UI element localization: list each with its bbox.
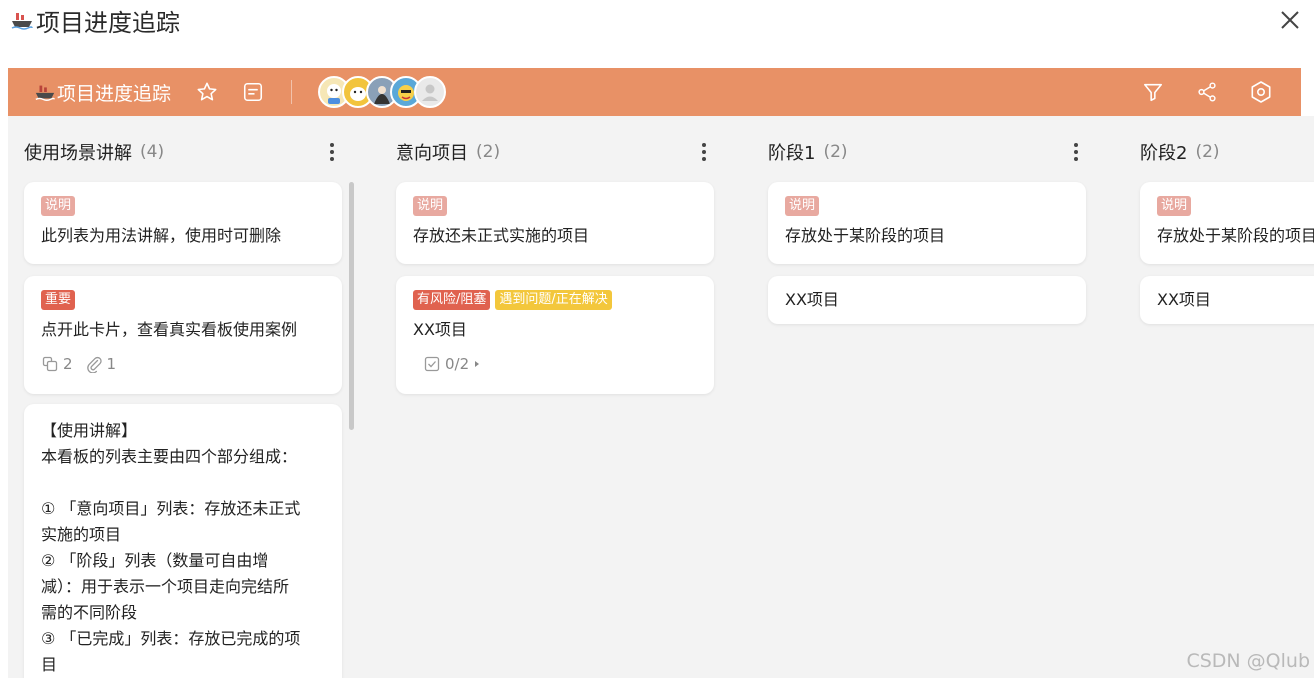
list-count: (2)	[823, 142, 848, 162]
list-scrollbar[interactable]	[349, 182, 354, 430]
star-icon	[197, 82, 217, 101]
body-line: ③ 「已完成」列表：存放已完成的项	[41, 629, 301, 648]
tag-label: 遇到问题/正在解决	[495, 290, 612, 310]
tag-label: 说明	[785, 196, 820, 216]
tag-label: 说明	[41, 196, 76, 216]
list-stage-2: 阶段2 (2) 说明 存放处于某阶段的项目 XX项目	[1124, 116, 1314, 678]
ship-icon	[11, 13, 33, 30]
list-title-text: 意向项目	[396, 143, 468, 164]
card[interactable]: 说明 存放还未正式实施的项目	[396, 182, 714, 264]
tag-label: 说明	[413, 196, 448, 216]
filter-icon	[1143, 83, 1163, 102]
body-line: ① 「意向项目」列表：存放还未正式	[41, 499, 301, 518]
body-line: 本看板的列表主要由四个部分组成：	[41, 447, 298, 466]
card-title: XX项目	[1157, 290, 1211, 309]
list-menu-button[interactable]	[1066, 138, 1086, 166]
body-line: 实施的项目	[41, 525, 122, 544]
list-usage-guide: 使用场景讲解 (4) 说明 此列表为用法讲解，使用时可删除 重要 点开此卡片，查…	[8, 116, 342, 678]
checklist-icon	[424, 356, 440, 372]
subtask-icon	[42, 356, 58, 372]
board-lists: 使用场景讲解 (4) 说明 此列表为用法讲解，使用时可删除 重要 点开此卡片，查…	[8, 116, 1314, 678]
share-button[interactable]	[1195, 80, 1219, 104]
header-actions	[1111, 80, 1273, 104]
paperclip-icon	[86, 356, 102, 373]
card[interactable]: XX项目	[768, 276, 1086, 324]
body-line: 减）：用于表示一个项目走向完结所	[41, 577, 290, 596]
card-title: 存放还未正式实施的项目	[413, 226, 590, 245]
card-meta: 2 1	[41, 355, 325, 373]
board-name-text: 项目进度追踪	[57, 82, 172, 105]
notes-icon	[243, 82, 263, 102]
list-title-text: 使用场景讲解	[24, 143, 132, 164]
body-line	[41, 470, 325, 496]
close-icon	[1281, 11, 1299, 29]
card-title: XX项目	[413, 320, 467, 339]
list-title[interactable]: 使用场景讲解 (4)	[24, 140, 164, 164]
filter-button[interactable]	[1141, 80, 1165, 104]
list-title-text: 阶段2	[1140, 143, 1188, 164]
ship-icon	[35, 85, 55, 101]
card-title: 存放处于某阶段的项目	[785, 226, 946, 245]
body-line: 【使用讲解】	[41, 421, 138, 440]
settings-button[interactable]	[1249, 80, 1273, 104]
card[interactable]: 重要 点开此卡片，查看真实看板使用案例 2 1	[24, 276, 342, 394]
card[interactable]: 说明 此列表为用法讲解，使用时可删除	[24, 182, 342, 264]
card-title: 点开此卡片，查看真实看板使用案例	[41, 320, 298, 339]
list-menu-button[interactable]	[322, 138, 342, 166]
list-title-text: 阶段1	[768, 143, 816, 164]
member-avatars	[318, 76, 447, 108]
window-title-text: 项目进度追踪	[36, 8, 180, 37]
body-line: 目	[41, 655, 58, 674]
list-count: (4)	[140, 142, 165, 162]
share-icon	[1198, 82, 1216, 102]
tag-label: 说明	[1157, 196, 1192, 216]
board-name[interactable]: 项目进度追踪	[34, 79, 171, 106]
list-count: (2)	[1195, 142, 1220, 162]
list-menu-button[interactable]	[694, 138, 714, 166]
tag-label: 有风险/阻塞	[413, 290, 491, 310]
settings-icon	[1251, 81, 1271, 103]
card-title: 此列表为用法讲解，使用时可删除	[41, 226, 282, 245]
board-header: 项目进度追踪	[8, 68, 1301, 116]
list-count: (2)	[476, 142, 501, 162]
avatar[interactable]	[414, 76, 447, 108]
star-button[interactable]	[195, 80, 219, 104]
card[interactable]: 有风险/阻塞 遇到问题/正在解决 XX项目 0/2	[396, 276, 714, 394]
header-divider	[291, 80, 293, 104]
list-title[interactable]: 阶段2 (2)	[1140, 140, 1220, 164]
card-body: 【使用讲解】 本看板的列表主要由四个部分组成： ① 「意向项目」列表：存放还未正…	[41, 418, 325, 678]
close-button[interactable]	[1274, 4, 1306, 36]
card-title: 存放处于某阶段的项目	[1157, 226, 1314, 245]
card-meta: 0/2	[423, 355, 697, 373]
checklist-progress[interactable]: 0/2	[423, 355, 486, 373]
list-stage-1: 阶段1 (2) 说明 存放处于某阶段的项目 XX项目	[752, 116, 1086, 678]
caret-right-icon	[475, 361, 480, 367]
body-line: ② 「阶段」列表（数量可自由增	[41, 551, 269, 570]
list-intended-projects: 意向项目 (2) 说明 存放还未正式实施的项目 有风险/阻塞 遇到问题/正在解决…	[380, 116, 714, 678]
body-line: 需的不同阶段	[41, 603, 138, 622]
list-title[interactable]: 阶段1 (2)	[768, 140, 848, 164]
card[interactable]: 说明 存放处于某阶段的项目	[1140, 182, 1314, 264]
window-title: 项目进度追踪	[10, 4, 180, 37]
card[interactable]: XX项目	[1140, 276, 1314, 324]
card[interactable]: 说明 存放处于某阶段的项目	[768, 182, 1086, 264]
watermark: CSDN @Qlub	[1186, 650, 1310, 672]
tag-label: 重要	[41, 290, 76, 310]
notes-button[interactable]	[241, 80, 265, 104]
subtask-count: 2	[41, 355, 73, 373]
list-title[interactable]: 意向项目 (2)	[396, 140, 500, 164]
card-title: XX项目	[785, 290, 839, 309]
attachment-count: 1	[85, 355, 116, 373]
card-usage-explanation[interactable]: 【使用讲解】 本看板的列表主要由四个部分组成： ① 「意向项目」列表：存放还未正…	[24, 404, 342, 678]
